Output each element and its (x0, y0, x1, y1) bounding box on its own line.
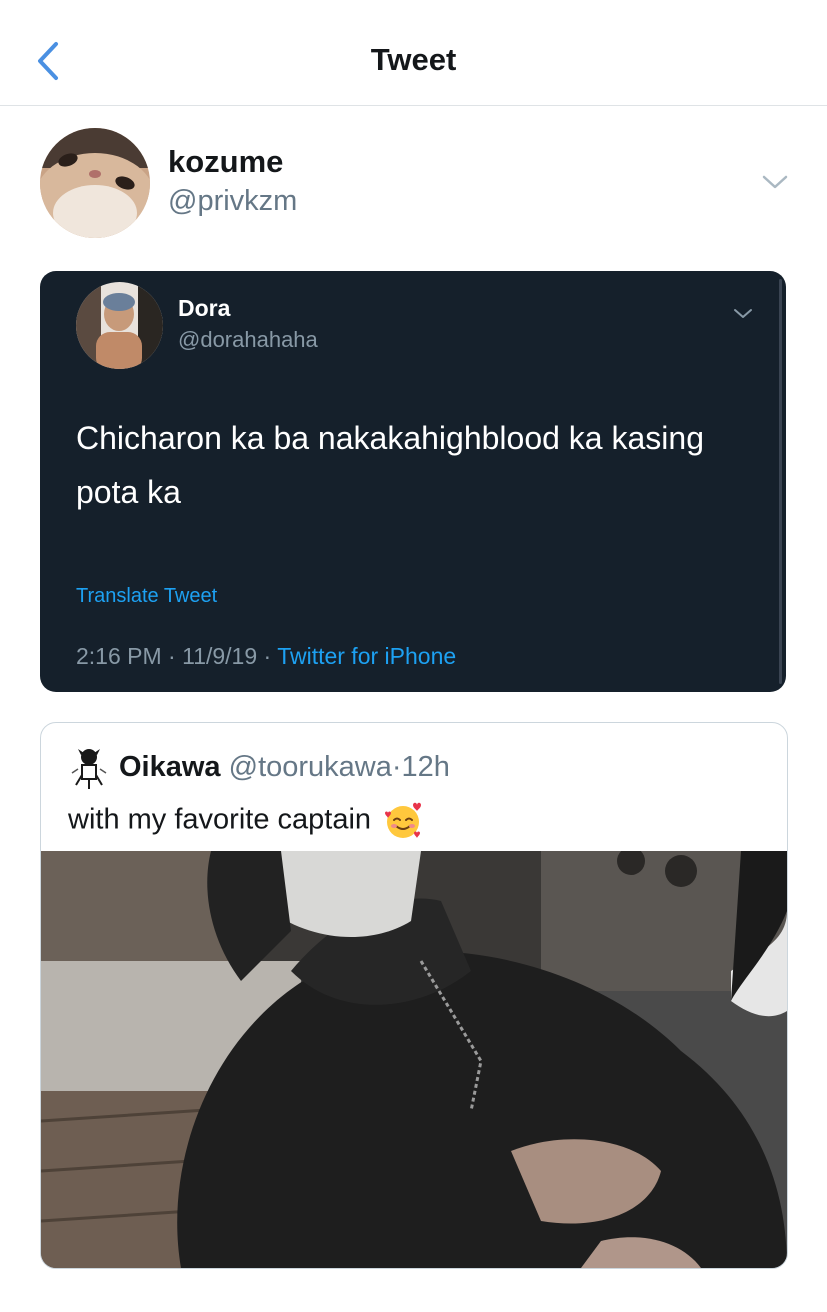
dora-author-name: Dora (178, 295, 231, 321)
chevron-down-icon (734, 309, 752, 318)
dora-tweet-date: 11/9/19 (182, 643, 258, 669)
quoted-tweet-text: with my favorite captain (68, 803, 372, 836)
translate-tweet-link: Translate Tweet (76, 585, 218, 607)
dora-tweet-meta: 2:16 PM · 11/9/19 · Twitter for iPhone (76, 643, 456, 670)
cat-avatar-image (40, 128, 150, 238)
page-title: Tweet (370, 42, 457, 77)
oikawa-avatar (66, 745, 112, 791)
dora-tweet-source: Twitter for iPhone (277, 643, 457, 669)
author-handle[interactable]: @privkzm (168, 185, 297, 218)
quoted-tweet-time: 12h (401, 751, 450, 783)
quoted-tweet-header: Oikawa @toorukawa·12h (119, 751, 450, 784)
meta-separator: · (391, 751, 402, 783)
dora-menu-caret (732, 305, 754, 323)
tweet-menu-button[interactable] (760, 170, 790, 194)
meta-separator: · (168, 643, 176, 669)
oikawa-avatar-image (66, 745, 112, 791)
chevron-down-icon (762, 175, 788, 189)
dora-avatar-image (76, 282, 163, 369)
photo-image (41, 847, 787, 1268)
quoted-tweet[interactable]: Oikawa @toorukawa·12h with my favorite c… (40, 722, 788, 1269)
meta-separator: · (263, 643, 272, 669)
avatar[interactable] (40, 128, 150, 238)
dora-tweet-time: 2:16 PM (76, 643, 162, 669)
dora-tweet-text: Chicharon ka ba nakakahighblood ka kasin… (76, 420, 704, 510)
author-name[interactable]: kozume (168, 144, 283, 180)
quoted-tweet-text-row: with my favorite captain (68, 801, 423, 841)
quoted-tweet-photo[interactable] (41, 847, 787, 1268)
scroll-edge (779, 279, 782, 684)
dora-avatar (76, 282, 163, 369)
smiling-face-with-hearts-icon (383, 801, 423, 841)
quoted-author-name: Oikawa (119, 751, 221, 783)
quoted-author-handle: @toorukawa (228, 751, 392, 783)
dora-author-handle: @dorahahaha (178, 327, 318, 352)
tweet-screenshot-image[interactable]: Dora @dorahahaha Chicharon ka ba nakakah… (40, 271, 786, 692)
top-bar: Tweet (0, 0, 827, 106)
